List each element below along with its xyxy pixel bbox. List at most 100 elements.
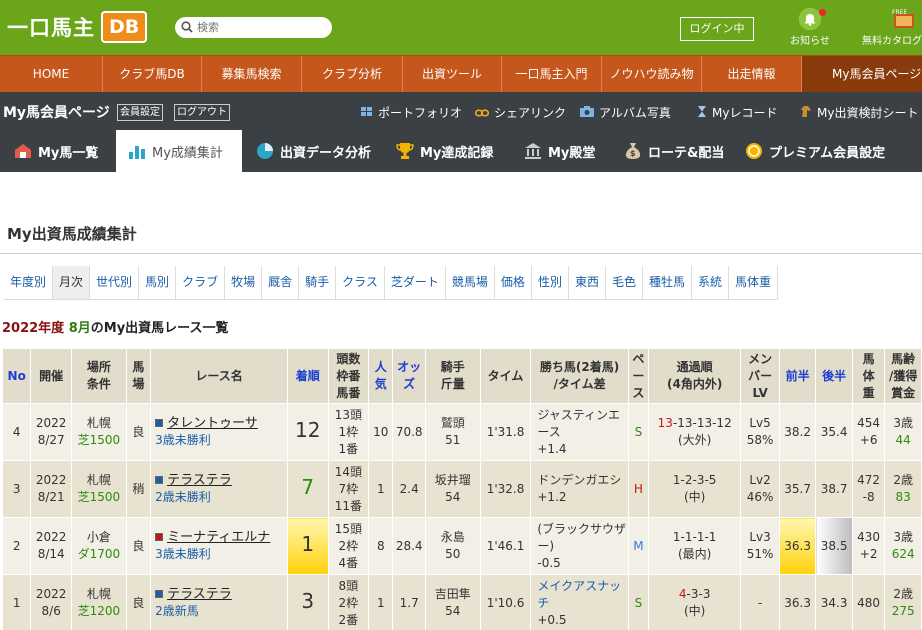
- tab-data-analysis[interactable]: 出資データ分析: [256, 130, 371, 172]
- horse-name-link[interactable]: テラステラ: [167, 473, 232, 488]
- hourglass-icon: [697, 105, 707, 121]
- age: 3歳: [893, 416, 913, 430]
- album-link[interactable]: アルバム写真: [580, 104, 671, 121]
- cell-place: 小倉 ダ1700: [70, 517, 127, 575]
- login-status-button[interactable]: ログイン中: [680, 17, 754, 41]
- subtab-surface[interactable]: 芝ダート: [385, 266, 446, 299]
- logo-badge: DB: [101, 11, 148, 43]
- first_half: 36.3: [784, 595, 811, 610]
- notice-label: お知らせ: [790, 36, 830, 47]
- search-input[interactable]: [197, 19, 325, 36]
- tab-rotation[interactable]: $ ローテ&配当: [624, 130, 724, 172]
- subtab-price[interactable]: 価格: [495, 266, 532, 299]
- sharelink-link[interactable]: シェアリンク: [474, 104, 566, 121]
- logout-button[interactable]: ログアウト: [174, 104, 230, 121]
- place: 札幌: [86, 416, 111, 430]
- portfolio-link[interactable]: ポートフォリオ: [361, 104, 462, 121]
- nav-member-page[interactable]: My馬会員ページ: [802, 56, 922, 92]
- notice-button[interactable]: お知らせ: [782, 8, 838, 47]
- subtab-class[interactable]: クラス: [336, 266, 385, 299]
- race-class-link[interactable]: 2歳新馬: [155, 604, 199, 618]
- subtab-jockey[interactable]: 騎手: [299, 266, 337, 299]
- subtab-stable[interactable]: 厩舎: [262, 266, 300, 299]
- subtab-body-weight[interactable]: 馬体重: [729, 266, 779, 299]
- cell-pace: S: [627, 574, 650, 630]
- cell-finish: 7: [286, 460, 329, 518]
- record-link[interactable]: Myレコード: [697, 104, 777, 121]
- catalog-icon: FREE: [892, 8, 918, 30]
- cell-age-prize: 3歳 624: [884, 517, 922, 575]
- place: 札幌: [86, 473, 111, 487]
- search-icon: [181, 21, 193, 33]
- sheet-link[interactable]: My出資検討シート: [800, 104, 918, 121]
- subtab-sire[interactable]: 種牡馬: [643, 266, 692, 299]
- nav-knowhow[interactable]: ノウハウ読み物: [602, 56, 702, 92]
- cell-track: 良: [125, 517, 152, 575]
- tab-label: My達成記録: [420, 145, 494, 161]
- table-row[interactable]: 2 2022 8/14 小倉 ダ1700 良ミーナティエルナ 3歳未勝利 1 15頭 2枠 4番 8 2…: [1, 517, 922, 575]
- subtab-sex[interactable]: 性別: [532, 266, 569, 299]
- cell-place: 札幌 芝1200: [70, 574, 127, 630]
- cell-race: テラステラ 2歳新馬: [150, 574, 288, 630]
- cell-field: 15頭 2枠 4番: [327, 517, 370, 575]
- site-logo[interactable]: 一口馬主 DB: [7, 11, 148, 43]
- first_half: 35.7: [784, 481, 811, 496]
- weight: 54: [445, 490, 461, 504]
- subtab-by-generation[interactable]: 世代別: [90, 266, 140, 299]
- cell-second-half: 38.7: [815, 460, 853, 518]
- search-box[interactable]: [175, 17, 332, 38]
- catalog-label: 無料カタログ: [862, 36, 922, 47]
- time: 1'32.8: [486, 481, 525, 496]
- nav-club-analysis[interactable]: クラブ分析: [302, 56, 403, 92]
- album-label: アルバム写真: [599, 106, 671, 120]
- tab-achievements[interactable]: My達成記録: [396, 130, 493, 172]
- nav-search[interactable]: 募集馬検索: [202, 56, 302, 92]
- cell-place: 札幌 芝1500: [70, 403, 127, 461]
- subtab-east-west[interactable]: 東西: [569, 266, 606, 299]
- winner-name: ドンデンガエシ: [537, 473, 622, 487]
- nav-club-db[interactable]: クラブ馬DB: [103, 56, 202, 92]
- catalog-button[interactable]: FREE 無料カタログ: [862, 8, 922, 47]
- nav-race-info[interactable]: 出走情報: [702, 56, 802, 92]
- horse-name-link[interactable]: ミーナティエルナ: [167, 530, 270, 545]
- column-header: 馬齢/獲得 賞金: [884, 348, 922, 404]
- table-row[interactable]: 4 2022 8/27 札幌 芝1500 良 タレントゥーサ 3歳未勝利 12 13頭 1枠 1番 10…: [1, 403, 922, 461]
- subtab-racecourse[interactable]: 競馬場: [446, 266, 495, 299]
- tab-my-results[interactable]: My成績集計: [116, 130, 242, 172]
- horse-name-link[interactable]: タレントゥーサ: [167, 416, 258, 431]
- subtab-lineage[interactable]: 系統: [692, 266, 730, 299]
- horse-name-link[interactable]: テラステラ: [167, 587, 232, 602]
- race-class-link[interactable]: 2歳未勝利: [155, 490, 211, 504]
- table-row[interactable]: 3 2022 8/21 札幌 芝1500 稍 テラステラ 2歳未勝利 7 14頭 7枠 11番 1 2.4…: [1, 460, 922, 518]
- cond: 芝1500: [77, 490, 121, 504]
- diff: +1.4: [537, 441, 567, 456]
- tab-hall-of-fame[interactable]: My殿堂: [524, 130, 595, 172]
- subtab-by-year[interactable]: 年度別: [4, 266, 54, 299]
- silk-flag-icon: [155, 419, 164, 427]
- member-settings-button[interactable]: 会員設定: [117, 104, 163, 121]
- race-class-link[interactable]: 3歳未勝利: [155, 547, 211, 561]
- jockey: 吉田隼: [434, 587, 471, 601]
- tab-premium-settings[interactable]: プレミアム会員設定: [745, 130, 885, 172]
- tab-my-horses[interactable]: My馬一覧: [14, 130, 98, 172]
- column-header: ペース: [627, 348, 650, 404]
- cell-winner: (ブラックサウザー) -0.5: [530, 517, 629, 575]
- jockey: 坂井瑠: [434, 473, 471, 487]
- cell-finish: 1: [286, 517, 329, 575]
- nav-tools[interactable]: 出資ツール: [403, 56, 502, 92]
- bell-icon: [799, 8, 826, 30]
- race-class-link[interactable]: 3歳未勝利: [155, 433, 211, 447]
- money-bag-icon: $: [624, 142, 642, 160]
- subtab-club[interactable]: クラブ: [176, 266, 226, 299]
- subtab-coat-color[interactable]: 毛色: [606, 266, 643, 299]
- time: 1'31.8: [486, 424, 525, 439]
- tab-label: 出資データ分析: [280, 145, 372, 161]
- column-header: オッズ: [392, 348, 426, 404]
- cell-time: 1'46.1: [479, 517, 532, 575]
- subtab-by-horse[interactable]: 馬別: [139, 266, 177, 299]
- table-row[interactable]: 1 2022 8/6 札幌 芝1200 良 テラステラ 2歳新馬 3 8頭 2枠 2番 1 1.7 吉田隼 5…: [1, 574, 922, 630]
- subtab-farm[interactable]: 牧場: [225, 266, 263, 299]
- nav-home[interactable]: HOME: [0, 56, 103, 92]
- nav-intro[interactable]: 一口馬主入門: [502, 56, 602, 92]
- subtab-monthly[interactable]: 月次: [53, 266, 91, 299]
